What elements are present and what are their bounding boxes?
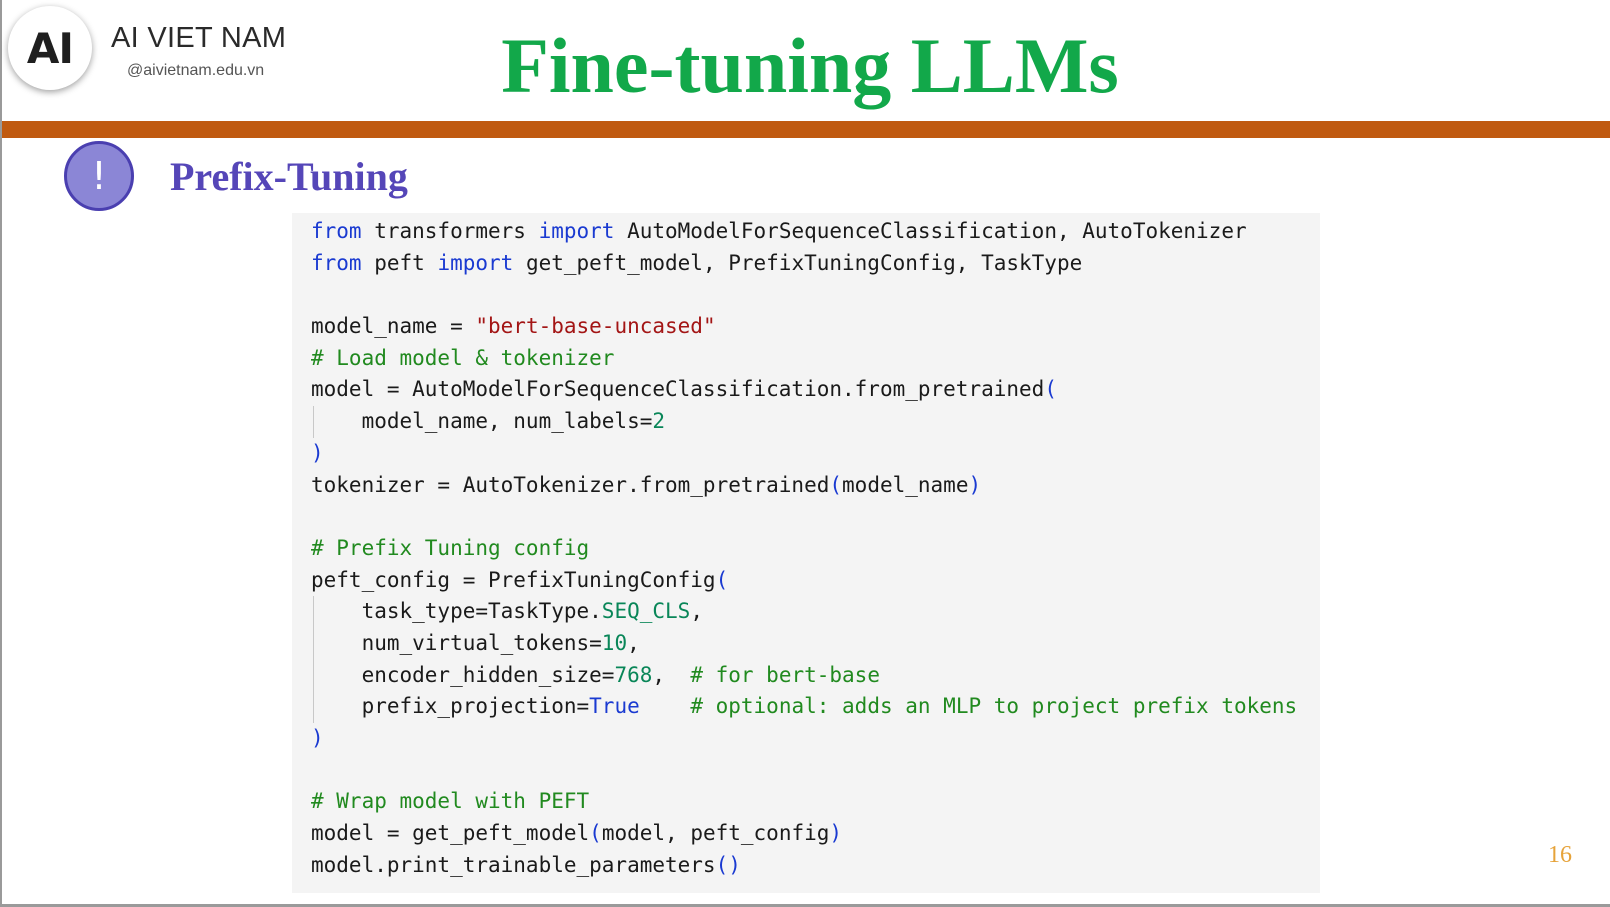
code-token: get_peft_model, PrefixTuningConfig, Task… [513,250,1083,275]
code-token: peft_config = PrefixTuningConfig [311,567,716,592]
code-token: 768 [614,662,653,687]
header-divider-bar [2,121,1610,138]
code-line: # Wrap model with PEFT [311,786,1320,818]
logo-mark-text: AI [26,23,74,73]
code-token: AutoModelForSequenceClassification, Auto… [614,219,1247,243]
code-block: from transformers import AutoModelForSeq… [292,213,1320,893]
code-token: ( [1044,377,1057,402]
code-token: ( [589,821,602,846]
brand-name: AI VIET NAM [111,22,287,54]
code-token: model_name = [311,314,476,339]
ai-vietnam-logo: AI [8,6,92,90]
code-line: encoder_hidden_size=768, # for bert-base [311,659,1320,692]
code-token: () [715,852,741,877]
code-token: model_name, num_labels= [311,409,653,434]
code-token: task_type=TaskType. [311,599,602,624]
code-token: model.print_trainable_parameters [311,852,716,877]
code-token: import [538,219,615,243]
code-line: model_name = "bert-base-uncased" [311,311,1320,343]
code-token: model_name [842,472,969,497]
code-line: model = get_peft_model(model, peft_confi… [311,818,1320,850]
code-token: # Load model & tokenizer [311,345,615,370]
code-line: # Prefix Tuning config [311,533,1320,565]
section-title: Prefix-Tuning [170,154,408,199]
code-token: from [311,250,362,275]
code-token: , [627,630,640,655]
code-line: peft_config = PrefixTuningConfig( [311,565,1320,597]
code-line: model_name, num_labels=2 [311,406,1320,438]
code-line: model = AutoModelForSequenceClassificati… [311,374,1320,406]
code-line: model.print_trainable_parameters() [311,850,1320,882]
brand-handle: @aivietnam.edu.vn [127,62,265,79]
code-line: from transformers import AutoModelForSeq… [311,216,1320,248]
code-token: ( [715,567,729,592]
code-token: ( [829,472,843,497]
code-line: tokenizer = AutoTokenizer.from_pretraine… [311,470,1320,502]
code-token: , [690,599,703,624]
code-token: True [589,694,640,719]
code-token: tokenizer = AutoTokenizer.from_pretraine… [311,472,830,497]
exclamation-mark: ! [91,154,107,198]
code-line: ) [311,438,1320,470]
slide-title: Fine-tuning LLMs [501,22,1119,109]
code-token: "bert-base-uncased" [475,314,716,339]
code-token: ) [311,440,324,465]
code-line: num_virtual_tokens=10, [311,627,1320,660]
code-token: model, peft_config [601,821,830,846]
code-token: # optional: adds an MLP to project prefi… [690,694,1298,719]
code-line: task_type=TaskType.SEQ_CLS, [311,596,1320,628]
code-token: import [437,250,514,275]
code-line: ) [311,723,1320,755]
code-token: model = get_peft_model [311,821,590,846]
code-line: # Load model & tokenizer [311,343,1320,375]
code-token: encoder_hidden_size= [311,662,615,687]
code-token: num_virtual_tokens= [311,630,602,655]
code-line: from peft import get_peft_model, PrefixT… [311,248,1320,280]
code-token: ) [968,472,982,497]
code-token: from [311,219,362,243]
exclamation-icon: ! [64,141,134,211]
code-token: ) [311,726,324,750]
code-token: prefix_projection= [311,694,590,719]
code-token: SEQ_CLS [601,599,691,624]
code-token: # Wrap model with PEFT [311,789,590,814]
code-token: model = AutoModelForSequenceClassificati… [311,377,1045,402]
code-token: , [652,662,691,687]
code-token: peft [361,250,438,275]
code-token: 10 [601,630,628,655]
code-token: # for bert-base [690,662,880,687]
code-token: 2 [652,409,666,434]
code-token: transformers [361,219,539,243]
code-token: # Prefix Tuning config [311,535,590,560]
code-token: ) [829,821,843,846]
page-number: 16 [1548,842,1572,868]
code-line: prefix_projection=True # optional: adds … [311,691,1320,723]
